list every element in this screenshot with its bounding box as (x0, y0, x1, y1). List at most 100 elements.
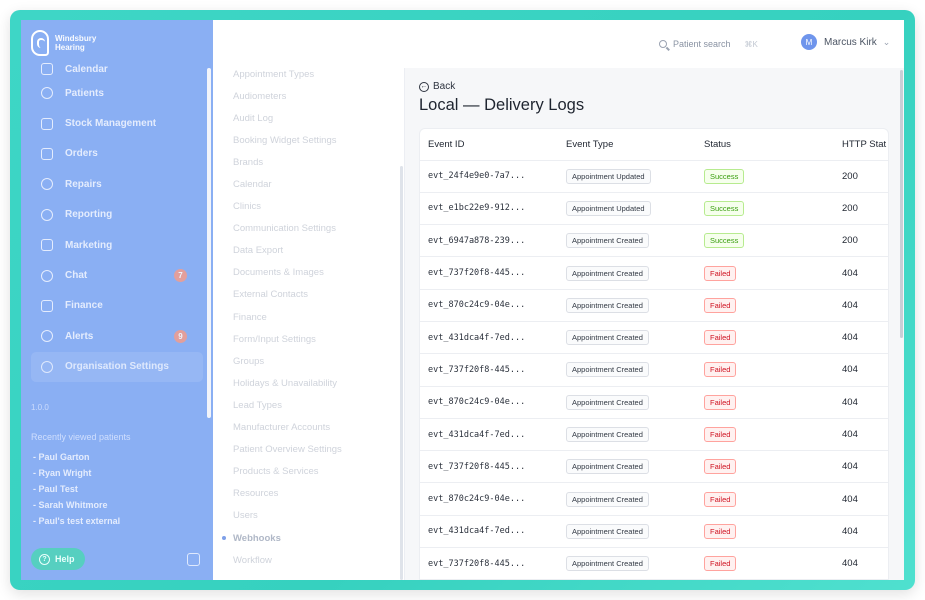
event-type-cell: Appointment Created (558, 256, 696, 290)
status-cell: Success (696, 224, 834, 258)
settings-subnav-list: Appointment Types Audiometers Audit Log Boo… (222, 68, 342, 571)
delivery-logs-table-card: Event ID Event Type Status HTTP Stat evt… (419, 128, 889, 580)
settings-nav-item[interactable]: Calendar (233, 173, 342, 195)
sidebar-item-chat[interactable]: Chat 7 (31, 260, 203, 290)
brand-logo[interactable]: Windsbury Hearing (31, 30, 96, 56)
settings-nav-item[interactable]: Booking Widget Settings (233, 129, 342, 151)
sidebar-item-reporting[interactable]: Reporting (31, 200, 203, 230)
settings-nav-item[interactable]: Products & Services (233, 461, 342, 483)
table-row[interactable]: evt_431dca4f-7ed... Appointment Created Fa… (420, 515, 888, 549)
sidebar-item-orders[interactable]: Orders (31, 139, 203, 169)
settings-subnav-scrollbar[interactable] (400, 166, 403, 580)
table-row[interactable]: evt_737f20f8-445... Appointment Created Fa… (420, 450, 888, 484)
settings-nav-item[interactable]: Lead Types (233, 394, 342, 416)
event-type-cell: Appointment Created (558, 353, 696, 387)
table-row[interactable]: evt_431dca4f-7ed... Appointment Created Fa… (420, 418, 888, 452)
ear-logo-icon (31, 30, 49, 56)
http-status-cell: 404 (834, 353, 888, 387)
sidebar-item-calendar[interactable]: Calendar (31, 58, 203, 78)
event-type-cell: Appointment Created (558, 321, 696, 355)
event-type-cell: Appointment Created (558, 386, 696, 419)
settings-nav-item[interactable]: Audiometers (233, 85, 342, 107)
settings-nav-item[interactable]: Patient Overview Settings (233, 439, 342, 461)
bell-icon (41, 330, 53, 343)
help-label: Help (55, 554, 75, 564)
column-header-event-id: Event ID (420, 129, 558, 161)
pie-chart-icon (41, 208, 53, 221)
settings-nav-item[interactable]: Workflow (233, 549, 342, 571)
settings-nav-item[interactable]: Data Export (233, 240, 342, 262)
settings-nav-item[interactable]: Communication Settings (233, 218, 342, 240)
help-button[interactable]: ? Help (31, 548, 85, 570)
settings-nav-item[interactable]: Audit Log (233, 107, 342, 129)
table-row[interactable]: evt_870c24c9-04e... Appointment Created Fa… (420, 482, 888, 516)
event-id-cell: evt_737f20f8-445... (420, 547, 558, 580)
back-link[interactable]: ← Back (419, 81, 455, 92)
event-type-tag: Appointment Created (566, 265, 649, 281)
settings-nav-item[interactable]: Finance (233, 306, 342, 328)
recent-patients-title: Recently viewed patients (31, 432, 131, 442)
user-menu[interactable]: M Marcus Kirk ⌄ (801, 34, 890, 50)
settings-nav-item[interactable]: Clinics (233, 196, 342, 218)
recent-patient-link[interactable]: - Ryan Wright (33, 468, 120, 484)
sidebar-item-organisation-settings[interactable]: Organisation Settings (31, 351, 203, 382)
table-row[interactable]: evt_737f20f8-445... Appointment Created Fa… (420, 547, 888, 580)
table-row[interactable]: evt_870c24c9-04e... Appointment Created Fa… (420, 289, 888, 322)
sidebar-item-repairs[interactable]: Repairs (31, 169, 203, 199)
sidebar-item-label: Finance (65, 300, 103, 312)
table-row[interactable]: evt_431dca4f-7ed... Appointment Created Fa… (420, 321, 888, 355)
settings-nav-item[interactable]: Resources (233, 483, 342, 505)
status-cell: Failed (696, 418, 834, 452)
settings-nav-item[interactable]: Manufacturer Accounts (233, 417, 342, 439)
settings-nav-item[interactable]: Appointment Types (233, 68, 342, 85)
table-row[interactable]: evt_24f4e9e0-7a7... Appointment Updated Su… (420, 160, 888, 193)
sidebar-item-alerts[interactable]: Alerts 9 (31, 321, 203, 351)
event-id-cell: evt_870c24c9-04e... (420, 289, 558, 322)
sidebar-item-label: Patients (65, 87, 104, 99)
settings-nav-item[interactable]: Documents & Images (233, 262, 342, 284)
wrench-icon (41, 178, 53, 191)
main-scrollbar[interactable] (900, 70, 903, 338)
recent-patient-link[interactable]: - Paul's test external (33, 516, 120, 532)
recent-patient-link[interactable]: - Sarah Whitmore (33, 500, 120, 516)
event-type-tag: Appointment Created (566, 233, 649, 249)
status-badge: Failed (704, 265, 737, 281)
settings-nav-item[interactable]: Webhooks (222, 527, 342, 549)
delivery-logs-table: Event ID Event Type Status HTTP Stat evt… (420, 129, 888, 580)
sidebar-item-stock-management[interactable]: Stock Management (31, 108, 203, 138)
http-status-cell: 404 (834, 450, 888, 484)
settings-nav-item[interactable]: External Contacts (233, 284, 342, 306)
status-cell: Failed (696, 353, 834, 387)
settings-nav-item[interactable]: Form/Input Settings (233, 328, 342, 350)
settings-subnav: Appointment Types Audiometers Audit Log Boo… (213, 68, 405, 580)
chat-count-badge: 7 (174, 269, 187, 283)
recent-patient-link[interactable]: - Paul Test (33, 484, 120, 500)
search-icon (659, 40, 667, 48)
status-badge: Success (704, 233, 745, 249)
http-status-cell: 404 (834, 289, 888, 322)
table-row[interactable]: evt_e1bc22e9-912... Appointment Updated Su… (420, 192, 888, 226)
patient-search-input[interactable]: Patient search ⌘K (653, 34, 777, 54)
sidebar: Windsbury Hearing Calendar Patients Stoc… (21, 20, 213, 580)
credit-card-icon (41, 299, 53, 312)
recent-patient-link[interactable]: - Paul Garton (33, 452, 120, 468)
table-row[interactable]: evt_737f20f8-445... Appointment Created Fa… (420, 256, 888, 290)
sidebar-item-label: Orders (65, 148, 98, 160)
sidebar-item-marketing[interactable]: Marketing (31, 230, 203, 260)
collapse-sidebar-icon[interactable] (187, 553, 200, 566)
settings-nav-item[interactable]: Users (233, 505, 342, 527)
table-row[interactable]: evt_737f20f8-445... Appointment Created Fa… (420, 353, 888, 387)
sidebar-scrollbar[interactable] (207, 68, 211, 418)
status-badge: Failed (704, 330, 737, 346)
table-row[interactable]: evt_6947a878-239... Appointment Created Su… (420, 224, 888, 258)
sidebar-item-finance[interactable]: Finance (31, 291, 203, 321)
event-type-cell: Appointment Created (558, 289, 696, 322)
sidebar-item-patients[interactable]: Patients (31, 78, 203, 108)
settings-nav-item[interactable]: Brands (233, 151, 342, 173)
settings-nav-item[interactable]: Holidays & Unavailability (233, 372, 342, 394)
table-row[interactable]: evt_870c24c9-04e... Appointment Created Fa… (420, 386, 888, 419)
settings-nav-item[interactable]: Groups (233, 350, 342, 372)
app-window: Windsbury Hearing Calendar Patients Stoc… (21, 20, 904, 580)
event-id-cell: evt_431dca4f-7ed... (420, 321, 558, 355)
search-shortcut-hint: ⌘K (744, 39, 758, 49)
